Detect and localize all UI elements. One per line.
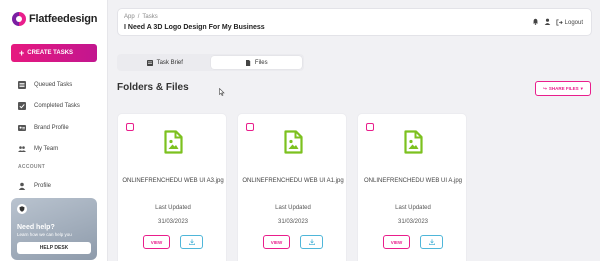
team-icon [18, 145, 26, 153]
last-updated-date: 31/03/2023 [397, 219, 429, 225]
checkbox-icon [18, 102, 26, 111]
tab-label: Files [254, 59, 268, 66]
download-button[interactable] [300, 235, 323, 249]
sidebar: Flatfeedesign + CREATE TASKS Queued Task… [0, 0, 108, 261]
help-card: Need help? Learn how we can help you HEL… [11, 198, 97, 260]
share-files-button[interactable]: ↪ SHARE FILES ▾ [535, 81, 591, 96]
mouse-cursor-icon [219, 87, 225, 98]
bell-icon[interactable] [532, 18, 539, 27]
sidebar-item-label: Completed Tasks [34, 103, 80, 110]
download-button[interactable] [420, 235, 443, 249]
sidebar-item-label: My Team [34, 146, 59, 153]
shield-icon [17, 204, 27, 214]
file-select-checkbox[interactable] [126, 123, 134, 131]
create-tasks-label: CREATE TASKS [27, 50, 74, 56]
account-section-label: ACCOUNT [18, 164, 46, 170]
logo-text: Flatfeedesign [29, 13, 98, 25]
view-button[interactable]: VIEW [263, 235, 290, 249]
last-updated-date: 31/03/2023 [277, 219, 309, 225]
logout-icon [556, 19, 563, 26]
help-desk-button[interactable]: HELP DESK [17, 242, 91, 254]
task-tabs: Task Brief Files [117, 54, 304, 71]
download-button[interactable] [180, 235, 203, 249]
plus-icon: + [19, 47, 25, 58]
file-name: ONLINEFRENCHEDU WEB UI A.jpg [363, 178, 463, 184]
brief-icon [146, 59, 153, 66]
download-icon [428, 239, 435, 245]
sidebar-item-queued-tasks[interactable]: Queued Tasks [18, 74, 104, 96]
sidebar-item-profile[interactable]: Profile [18, 175, 51, 197]
create-tasks-button[interactable]: + CREATE TASKS [11, 44, 97, 62]
last-updated-label: Last Updated [155, 205, 191, 211]
file-grid: ONLINEFRENCHEDU WEB UI A3.jpg Last Updat… [117, 113, 467, 261]
download-icon [308, 239, 315, 245]
last-updated-date: 31/03/2023 [157, 219, 189, 225]
file-icon [245, 59, 251, 66]
sidebar-item-completed-tasks[interactable]: Completed Tasks [18, 96, 104, 118]
list-icon [18, 80, 26, 89]
tab-files[interactable]: Files [210, 56, 302, 69]
share-icon: ↪ [543, 85, 547, 91]
tab-label: Task Brief [156, 59, 183, 66]
breadcrumb-tasks[interactable]: Tasks [142, 14, 157, 20]
page-title: I Need A 3D Logo Design For My Business [124, 24, 265, 31]
user-icon [18, 182, 26, 190]
user-icon[interactable] [544, 18, 551, 27]
image-file-icon [404, 130, 423, 154]
logout-button[interactable]: Logout [556, 19, 583, 26]
sidebar-item-label: Queued Tasks [34, 81, 73, 88]
view-button[interactable]: VIEW [383, 235, 410, 249]
brand-logo[interactable]: Flatfeedesign [12, 12, 98, 26]
sidebar-nav: Queued Tasks Completed Tasks Brand Profi… [18, 74, 104, 160]
section-title: Folders & Files [117, 82, 189, 93]
file-name: ONLINEFRENCHEDU WEB UI A3.jpg [122, 178, 224, 184]
sidebar-item-label: Brand Profile [34, 124, 69, 131]
breadcrumb: App / Tasks [124, 14, 158, 20]
breadcrumb-app[interactable]: App [124, 14, 135, 20]
chevron-down-icon: ▾ [580, 85, 583, 91]
help-title: Need help? [17, 224, 55, 231]
last-updated-label: Last Updated [275, 205, 311, 211]
header-actions: Logout [532, 18, 583, 27]
logout-label: Logout [564, 19, 583, 26]
file-card: ONLINEFRENCHEDU WEB UI A1.jpg Last Updat… [237, 113, 347, 261]
file-select-checkbox[interactable] [246, 123, 254, 131]
share-files-label: SHARE FILES [548, 86, 579, 91]
sidebar-item-label: Profile [34, 182, 52, 189]
sidebar-item-brand-profile[interactable]: Brand Profile [18, 117, 104, 139]
file-select-checkbox[interactable] [366, 123, 374, 131]
breadcrumb-separator: / [137, 14, 140, 20]
download-icon [188, 239, 195, 245]
file-card: ONLINEFRENCHEDU WEB UI A.jpg Last Update… [357, 113, 467, 261]
last-updated-label: Last Updated [395, 205, 431, 211]
help-subtitle: Learn how we can help you [17, 232, 72, 237]
image-file-icon [284, 130, 303, 154]
file-card: ONLINEFRENCHEDU WEB UI A3.jpg Last Updat… [117, 113, 227, 261]
id-card-icon [18, 124, 26, 132]
sidebar-item-my-team[interactable]: My Team [18, 139, 104, 161]
view-button[interactable]: VIEW [143, 235, 170, 249]
page-header: App / Tasks I Need A 3D Logo Design For My… [117, 8, 592, 36]
tab-task-brief[interactable]: Task Brief [119, 56, 211, 69]
image-file-icon [164, 130, 183, 154]
file-name: ONLINEFRENCHEDU WEB UI A1.jpg [242, 178, 344, 184]
logo-mark-icon [12, 12, 26, 26]
